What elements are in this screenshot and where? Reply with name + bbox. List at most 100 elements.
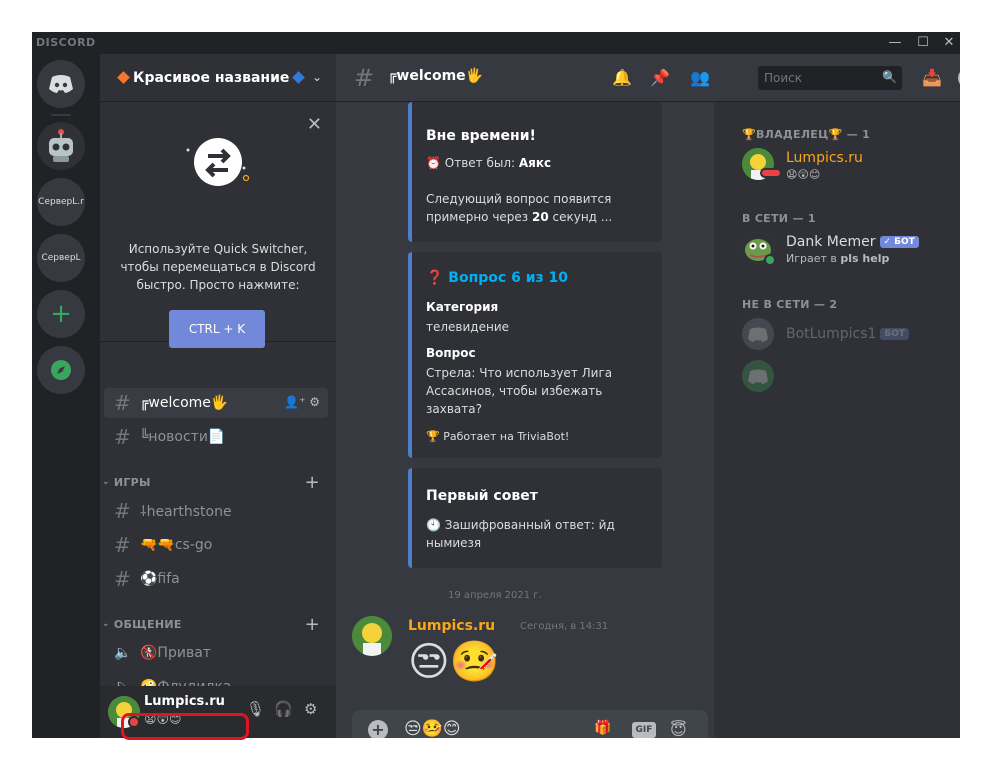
server-serverl[interactable]: СерверL <box>37 234 85 282</box>
channel-hearthstone[interactable]: # ⸸hearthstone <box>104 496 328 526</box>
member-list: 🏆ВЛАДЕЛЕЦ🏆 — 1 Lumpics.ru 😧😲😊 В СЕТИ — 1… <box>714 102 960 738</box>
search-input[interactable] <box>758 66 902 90</box>
member-category-owner: 🏆ВЛАДЕЛЕЦ🏆 — 1 <box>742 128 871 141</box>
server-serverl-r[interactable]: СерверL.r <box>37 178 85 226</box>
status-highlight-box <box>121 713 249 740</box>
title-bar: DISCORD — ☐ ✕ <box>32 32 960 54</box>
embed-field-value: телевидение <box>426 320 510 334</box>
quick-switcher-panel: ✕ Используйте Quick Switcher, чтобы пере… <box>100 102 336 348</box>
gear-icon[interactable]: ⚙ <box>309 395 320 409</box>
gear-icon[interactable]: ⚙ <box>304 700 317 718</box>
embed-question-line: Ассасинов, чтобы избежать <box>426 384 603 398</box>
message-composer[interactable]: + 😒🤒😊 🎁 GIF 😇 <box>352 710 708 738</box>
minimize-button[interactable]: — <box>884 34 906 52</box>
emoji-picker-icon[interactable]: 😇 <box>670 720 687 738</box>
speaker-icon: 🔈 <box>114 645 132 661</box>
gift-icon[interactable]: 🎁 <box>594 720 611 736</box>
channel-label: ╔welcome🖐 <box>140 395 229 411</box>
embed-answer: ⏰ Ответ был: Аякс <box>426 156 552 170</box>
diamond-icon <box>292 71 306 84</box>
compass-icon <box>51 360 71 380</box>
category-games[interactable]: ⌄ ИГРЫ + <box>102 472 332 493</box>
channel-news[interactable]: # ╚новости📄 <box>104 422 328 452</box>
quick-switcher-description: Используйте Quick Switcher, чтобы переме… <box>120 242 316 292</box>
home-button[interactable] <box>37 60 85 108</box>
hash-icon: # <box>114 533 131 557</box>
embed-hint-line: 🕙 Зашифрованный ответ: йд <box>426 518 615 532</box>
explore-servers-button[interactable] <box>37 346 85 394</box>
invite-icon[interactable]: 👤⁺ <box>284 395 305 409</box>
channel-title: ╔welcome🖐 <box>388 68 484 84</box>
channel-cs-go[interactable]: # 🔫🔫cs-go <box>104 530 328 560</box>
headphones-icon[interactable]: 🎧 <box>274 700 293 718</box>
chat-area: # ╔welcome🖐 🔔 📌 👥 🔍 📥 ? Вне времени! ⏰ О… <box>336 54 960 738</box>
discord-default-avatar-icon <box>748 327 768 342</box>
embed-field-label: Категория <box>426 300 499 314</box>
avatar[interactable] <box>352 616 392 656</box>
discord-window: DISCORD — ☐ ✕ СерверL.r СерверL + Красив… <box>32 32 960 738</box>
hash-icon: # <box>114 499 131 523</box>
message-emoji: 😒🤒 <box>408 639 500 685</box>
add-channel-icon[interactable]: + <box>305 614 320 635</box>
gif-button[interactable]: GIF <box>632 722 656 738</box>
discord-home-icon <box>49 75 73 93</box>
rail-separator <box>51 114 71 116</box>
voice-channel-private[interactable]: 🔈 🚷Приват <box>104 638 328 668</box>
message-author[interactable]: Lumpics.ru <box>408 618 495 634</box>
add-channel-icon[interactable]: + <box>305 472 320 493</box>
category-social[interactable]: ⌄ ОБЩЕНИЕ + <box>102 614 332 635</box>
streaming-status-icon <box>760 168 782 178</box>
robot-icon <box>49 129 73 162</box>
channel-label: ╚новости📄 <box>140 429 226 445</box>
close-icon[interactable]: ✕ <box>307 114 322 135</box>
user-name: Lumpics.ru <box>144 694 225 709</box>
inbox-icon[interactable]: 📥 <box>922 68 942 87</box>
server-robot[interactable] <box>37 122 85 170</box>
guild-header[interactable]: Красивое название ⌄ <box>100 54 336 102</box>
online-status-icon <box>764 254 776 266</box>
embed-title: Первый совет <box>426 488 538 504</box>
help-icon[interactable]: ? <box>958 68 960 88</box>
channel-label: 🔫🔫cs-go <box>140 537 213 553</box>
member-list-icon[interactable]: 👥 <box>690 68 710 87</box>
chat-header: # ╔welcome🖐 🔔 📌 👥 🔍 📥 ? <box>336 54 960 102</box>
server-rail: СерверL.r СерверL + <box>32 54 90 738</box>
trivia-embed-timeout: Вне времени! ⏰ Ответ был: Аякс Следующий… <box>408 102 662 242</box>
bot-badge: ✓ БОТ <box>879 236 919 248</box>
channel-sidebar: Красивое название ⌄ ✕ Используйте Quick … <box>100 54 336 738</box>
channel-fifa[interactable]: # ⚽fifa <box>104 564 328 594</box>
diamond-icon <box>117 71 130 84</box>
avatar <box>742 360 774 392</box>
hash-icon: # <box>354 64 375 92</box>
app-brand: DISCORD <box>36 36 96 49</box>
maximize-button[interactable]: ☐ <box>912 34 934 52</box>
member-name: BotLumpics1 БОТ <box>786 326 910 342</box>
hash-icon: # <box>114 391 131 415</box>
ctrl-k-button[interactable]: CTRL + K <box>169 310 265 348</box>
close-window-button[interactable]: ✕ <box>938 34 960 52</box>
channel-welcome[interactable]: # ╔welcome🖐 👤⁺ ⚙ <box>104 388 328 418</box>
swap-arrows-icon <box>186 138 250 186</box>
bell-icon[interactable]: 🔔 <box>612 68 632 87</box>
add-server-button[interactable]: + <box>37 290 85 338</box>
chevron-down-icon[interactable]: ⌄ <box>312 70 322 84</box>
composer-text[interactable]: 😒🤒😊 <box>404 719 461 738</box>
member-bot-name[interactable]: Dank Memer ✓ БОТ <box>786 234 919 250</box>
bot-badge: БОТ <box>880 328 910 340</box>
upload-plus-icon[interactable]: + <box>368 720 388 738</box>
search-icon: 🔍 <box>882 70 897 84</box>
embed-title: ❓ Вопрос 6 из 10 <box>426 270 568 286</box>
embed-question-line: Стрела: Что использует Лига <box>426 366 613 380</box>
channel-actions: 👤⁺ ⚙ <box>284 395 320 409</box>
pin-icon[interactable]: 📌 <box>650 68 670 87</box>
member-category-offline: НЕ В СЕТИ — 2 <box>742 298 838 311</box>
embed-question-line: захвата? <box>426 402 482 416</box>
message-timestamp: Сегодня, в 14:31 <box>520 621 609 632</box>
embed-title: Вне времени! <box>426 128 536 144</box>
avatar <box>742 318 774 350</box>
microphone-icon[interactable]: 🎙 <box>246 700 265 718</box>
member-owner-name[interactable]: Lumpics.ru <box>786 150 863 166</box>
plus-icon: + <box>50 299 72 329</box>
embed-next-line2: примерно через 20 секунд ... <box>426 210 613 224</box>
embed-next-line1: Следующий вопрос появится <box>426 192 612 206</box>
